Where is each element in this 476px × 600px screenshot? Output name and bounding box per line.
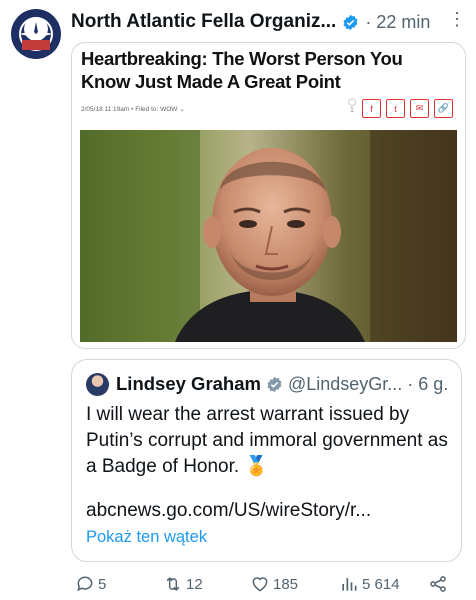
repost-button[interactable]: 12: [163, 574, 203, 594]
quoted-link[interactable]: abcnews.go.com/US/wireStory/r...: [86, 500, 371, 522]
compass-logo-icon: [19, 17, 53, 51]
reply-button[interactable]: 5: [75, 574, 106, 594]
show-thread-link[interactable]: Pokaż ten wątek: [86, 528, 207, 547]
author-avatar[interactable]: [11, 9, 61, 59]
article-comment-count: ◯ 1: [347, 99, 357, 115]
article-share-bar: ◯ 1 f t ✉ 🔗: [347, 99, 453, 118]
quoted-handle: @LindseyGr...: [287, 373, 403, 394]
like-icon: [252, 577, 268, 592]
email-icon: ✉: [410, 99, 429, 118]
post-header: North Atlantic Fella Organiz... · 22 min: [71, 10, 466, 34]
quoted-author-name: Lindsey Graham: [116, 373, 261, 394]
article-card[interactable]: Heartbreaking: The Worst Person You Know…: [71, 42, 466, 349]
article-title: Heartbreaking: The Worst Person You Know…: [81, 48, 403, 92]
views-count: 5 614: [362, 575, 400, 593]
like-button[interactable]: 185: [250, 574, 298, 594]
reply-icon: [77, 576, 93, 592]
share-button[interactable]: [428, 574, 451, 594]
views-icon: [342, 578, 357, 591]
quoted-avatar: [86, 372, 109, 396]
verified-badge-icon: [267, 376, 282, 392]
comment-bubble-icon: ◯: [348, 99, 356, 106]
portrait-illustration: [80, 130, 457, 342]
reply-count: 5: [98, 575, 107, 593]
quoted-tweet-header: Lindsey Graham @LindseyGr... · 6 g.: [86, 372, 451, 396]
share-icon: [430, 576, 446, 592]
quoted-tweet[interactable]: Lindsey Graham @LindseyGr... · 6 g. I wi…: [71, 359, 462, 562]
like-count: 185: [273, 575, 299, 593]
quoted-time: · 6 g.: [407, 373, 449, 394]
quoted-text: I will wear the arrest warrant issued by…: [86, 404, 448, 477]
author-name[interactable]: North Atlantic Fella Organiz...: [71, 11, 336, 33]
more-icon[interactable]: ⋮: [448, 9, 466, 30]
facebook-icon: f: [362, 99, 381, 118]
comment-count-label: 1: [350, 107, 354, 114]
article-byline: 2/05/18 11:19am • Filed to: WOW ⌄: [81, 106, 185, 113]
views-button[interactable]: 5 614: [339, 574, 400, 594]
repost-count: 12: [186, 575, 203, 593]
link-icon: 🔗: [434, 99, 453, 118]
post-time[interactable]: · 22 min: [365, 12, 430, 33]
action-bar: 5 12 185 5 614: [71, 574, 471, 598]
twitter-icon: t: [386, 99, 405, 118]
repost-icon: [166, 577, 180, 591]
article-photo: [80, 130, 457, 342]
verified-badge-icon: [343, 14, 358, 30]
